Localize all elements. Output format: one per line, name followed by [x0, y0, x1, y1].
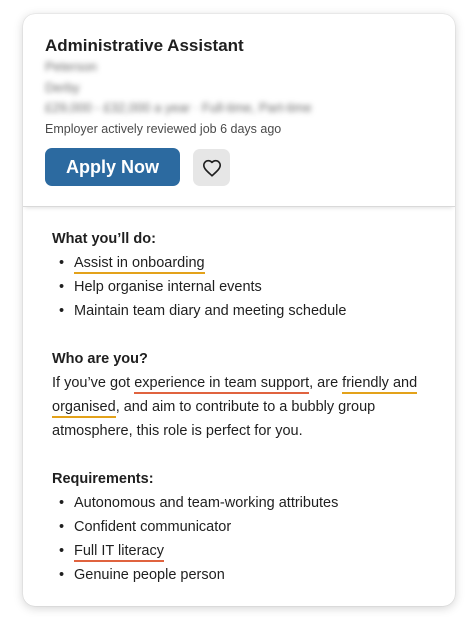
apply-now-button[interactable]: Apply Now: [45, 148, 180, 186]
company-name-blurred: Peterson: [45, 59, 98, 74]
employer-activity-text: Employer actively reviewed job 6 days ag…: [45, 122, 282, 136]
highlighted-phrase: Full IT literacy: [74, 543, 164, 562]
list-item: Genuine people person: [52, 563, 447, 587]
list-item: Help organise internal events: [52, 275, 447, 299]
save-job-button[interactable]: [193, 149, 230, 186]
job-title: Administrative Assistant: [45, 36, 244, 55]
list-item: Full IT literacy: [52, 539, 447, 563]
highlighted-phrase: experience in team support: [134, 375, 310, 394]
what-list: Assist in onboarding Help organise inter…: [52, 251, 447, 323]
requirements-list: Autonomous and team-working attributes C…: [52, 491, 447, 587]
job-header: Administrative Assistant Peterson Derby …: [23, 14, 455, 207]
highlighted-phrase: Assist in onboarding: [74, 255, 205, 274]
heart-icon: [202, 159, 221, 177]
section-title-requirements: Requirements:: [52, 471, 154, 487]
section-title-what: What you’ll do:: [52, 231, 156, 247]
paragraph-text: , are: [309, 375, 343, 391]
highlighted-phrase: friendly and: [342, 375, 418, 394]
list-item: Autonomous and team-working attributes: [52, 491, 447, 515]
salary-blurred: £29,000 - £32,000 a year · Full-time, Pa…: [45, 100, 312, 115]
location-blurred: Derby: [45, 80, 80, 95]
list-item: Maintain team diary and meeting schedule: [52, 299, 447, 323]
job-card: Administrative Assistant Peterson Derby …: [23, 14, 455, 606]
list-item: Confident communicator: [52, 515, 447, 539]
paragraph-text: If you’ve got: [52, 375, 135, 391]
job-description: What you’ll do: Assist in onboarding Hel…: [52, 227, 447, 587]
section-title-who: Who are you?: [52, 351, 148, 367]
list-item: Assist in onboarding: [52, 251, 447, 275]
who-paragraph: If you’ve got experience in team support…: [52, 371, 447, 443]
highlighted-phrase: organised: [52, 399, 116, 418]
